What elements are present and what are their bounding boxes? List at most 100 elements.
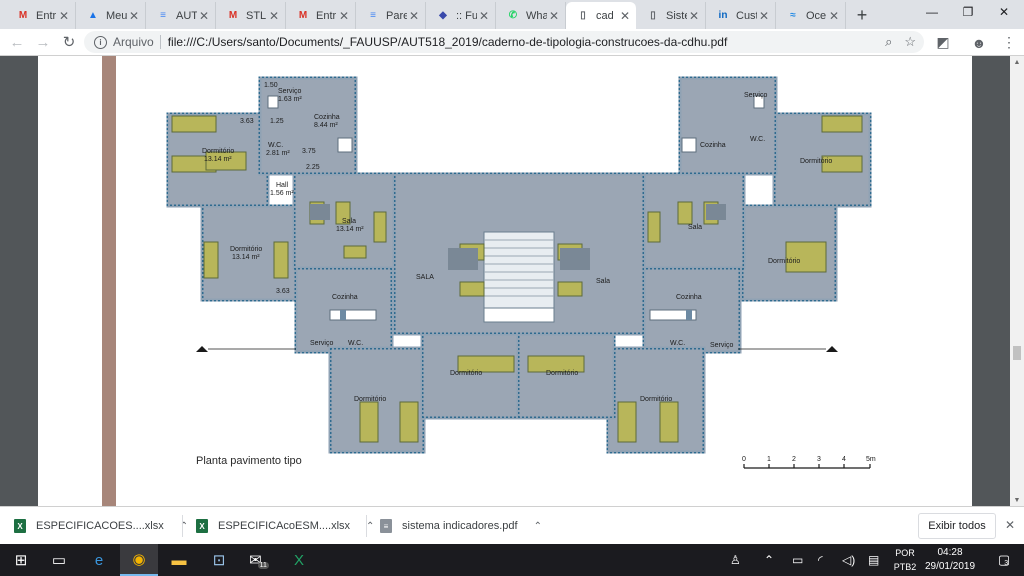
- tab-8[interactable]: ▯ cad ✕: [566, 2, 636, 29]
- tab-9[interactable]: ▯ Siste✕: [636, 2, 706, 29]
- pdf-file-icon: ≡: [380, 519, 392, 533]
- tab-list: M Entr ✕ ▲ Meu ✕ ≡ AUT ✕ M STL ✕ M Entr ✕ ≡ Pare ✕ ◆:: Fu ✕…: [0, 0, 846, 29]
- scroll-down-arrow-icon[interactable]: ▼: [1010, 494, 1024, 506]
- download-item[interactable]: X ESPECIFICAcoESM....xlsx ⌃: [196, 507, 374, 545]
- tab-label: Meu: [106, 9, 127, 22]
- tab-close-icon[interactable]: ✕: [477, 9, 491, 23]
- tab-1[interactable]: ▲ Meu ✕: [76, 2, 146, 29]
- file-icon: ▯: [650, 10, 656, 21]
- tab-0[interactable]: M Entr ✕: [6, 2, 76, 29]
- tab-close-icon[interactable]: ✕: [757, 9, 771, 23]
- dim-150: 1.50: [264, 82, 278, 89]
- url-scheme: Arquivo: [113, 35, 154, 49]
- notifications-icon[interactable]: ▢ 3: [988, 544, 1018, 576]
- new-tab-button[interactable]: +: [848, 2, 876, 29]
- scroll-thumb[interactable]: [1013, 346, 1021, 360]
- tab-close-icon[interactable]: ✕: [547, 9, 561, 23]
- label-dormitorio-2: Dormitório: [230, 246, 263, 253]
- volume-icon[interactable]: ◁): [842, 544, 855, 576]
- tab-label: Oce: [806, 9, 827, 22]
- label-cozinha-left: Cozinha: [314, 114, 340, 121]
- maximize-button[interactable]: ❐: [950, 0, 986, 24]
- download-options-chevron-icon[interactable]: ⌃: [180, 521, 188, 532]
- battery-icon[interactable]: ▭: [792, 544, 803, 576]
- label-cozinha-right: Cozinha: [700, 142, 726, 149]
- download-options-chevron-icon[interactable]: ⌃: [366, 521, 374, 532]
- scroll-up-arrow-icon[interactable]: ▲: [1010, 56, 1024, 68]
- download-options-chevron-icon[interactable]: ⌃: [534, 521, 542, 532]
- tab-10[interactable]: in Cust ✕: [706, 2, 776, 29]
- excel-icon[interactable]: X: [280, 544, 318, 576]
- area-wc-left: 2.81 m²: [266, 150, 290, 157]
- download-separator: [182, 515, 183, 537]
- store-icon[interactable]: ⊡: [200, 544, 238, 576]
- tab-close-icon[interactable]: ✕: [267, 9, 281, 23]
- windows-start-icon[interactable]: ⊞: [2, 544, 40, 576]
- download-item[interactable]: ≡ sistema indicadores.pdf ⌃: [380, 507, 542, 545]
- scale-label: 5m: [866, 456, 876, 463]
- tab-close-icon[interactable]: ✕: [57, 9, 71, 23]
- minimize-button[interactable]: —: [914, 0, 950, 24]
- mail-icon[interactable]: ✉ 11: [240, 544, 278, 576]
- tab-4[interactable]: M Entr ✕: [286, 2, 356, 29]
- tab-close-icon[interactable]: ✕: [337, 9, 351, 23]
- zoom-icon[interactable]: ⌕: [885, 34, 892, 50]
- pdf-page: Serviço 1.63 m² Cozinha 8.44 m² Dormitór…: [38, 56, 972, 506]
- tab-close-icon[interactable]: ✕: [197, 9, 211, 23]
- tab-label: Siste: [666, 9, 687, 22]
- dim-125: 1.25: [270, 118, 284, 125]
- forward-button[interactable]: →: [30, 30, 56, 54]
- back-button[interactable]: ←: [4, 30, 30, 54]
- url-text[interactable]: file:///C:/Users/santo/Documents/_FAUUSP…: [168, 35, 728, 49]
- plan-caption: Planta pavimento tipo: [196, 455, 302, 467]
- label-cozinha-left-2: Cozinha: [332, 294, 358, 301]
- menu-icon[interactable]: ⋮: [996, 29, 1022, 56]
- scale-label: 0: [742, 456, 746, 463]
- bookmark-star-icon[interactable]: ☆: [904, 34, 916, 50]
- reload-button[interactable]: ↻: [56, 30, 82, 54]
- tab-11[interactable]: ≈ Oce ✕: [776, 2, 846, 29]
- info-icon[interactable]: i: [94, 35, 107, 49]
- download-filename: sistema indicadores.pdf: [402, 520, 518, 532]
- tab-6[interactable]: ◆:: Fu ✕: [426, 2, 496, 29]
- address-bar[interactable]: i Arquivo file:///C:/Users/santo/Documen…: [84, 31, 924, 53]
- language-indicator[interactable]: POR PTB2: [890, 546, 920, 574]
- tab-3[interactable]: M STL ✕: [216, 2, 286, 29]
- clock[interactable]: 04:28 29/01/2019: [918, 546, 982, 574]
- label-cozinha-right-2: Cozinha: [676, 294, 702, 301]
- show-all-downloads-button[interactable]: Exibir todos: [918, 513, 996, 539]
- extension-icon[interactable]: ◩: [930, 29, 956, 56]
- area-cozinha-left: 8.44 m²: [314, 122, 338, 129]
- download-item[interactable]: X ESPECIFICACOES....xlsx ⌃: [14, 507, 188, 545]
- vertical-scrollbar[interactable]: ▲ ▼: [1010, 56, 1024, 506]
- people-icon[interactable]: ♙: [730, 544, 741, 576]
- keyboard-icon[interactable]: ▤: [868, 544, 879, 576]
- url-separator: [159, 35, 161, 49]
- tray-expand-icon[interactable]: ⌃: [764, 544, 774, 576]
- close-shelf-icon[interactable]: ✕: [1002, 517, 1018, 533]
- tab-2[interactable]: ≡ AUT ✕: [146, 2, 216, 29]
- clock-date: 29/01/2019: [924, 561, 976, 572]
- dim-363-bottom: 3.63: [276, 288, 290, 295]
- label-sala-right: Sala: [688, 224, 703, 231]
- profile-avatar[interactable]: ☻: [966, 29, 992, 56]
- edge-icon[interactable]: e: [80, 544, 118, 576]
- close-window-button[interactable]: ✕: [986, 0, 1022, 24]
- tab-5[interactable]: ≡ Pare ✕: [356, 2, 426, 29]
- task-view-icon[interactable]: ▭: [40, 544, 78, 576]
- tab-close-icon[interactable]: ✕: [827, 9, 841, 23]
- tab-strip: M Entr ✕ ▲ Meu ✕ ≡ AUT ✕ M STL ✕ M Entr ✕ ≡ Pare ✕ ◆:: Fu ✕…: [0, 0, 1024, 29]
- tab-close-icon[interactable]: ✕: [127, 9, 141, 23]
- label-wc-right: W.C.: [750, 136, 766, 143]
- tab-close-icon[interactable]: ✕: [407, 9, 421, 23]
- tab-close-icon[interactable]: ✕: [687, 9, 701, 23]
- chrome-icon[interactable]: ◉: [120, 544, 158, 576]
- area-dormitorio-1: 13.14 m²: [204, 156, 232, 163]
- area-hall: 1.56 m²: [270, 190, 294, 197]
- wifi-icon[interactable]: ◜: [818, 544, 823, 576]
- tab-label: Wha: [526, 9, 547, 22]
- tab-7[interactable]: ✆ Wha ✕: [496, 2, 566, 29]
- tab-close-icon[interactable]: ✕: [618, 9, 632, 23]
- tab-label: Entr: [316, 9, 337, 22]
- file-explorer-icon[interactable]: ▬: [160, 544, 198, 576]
